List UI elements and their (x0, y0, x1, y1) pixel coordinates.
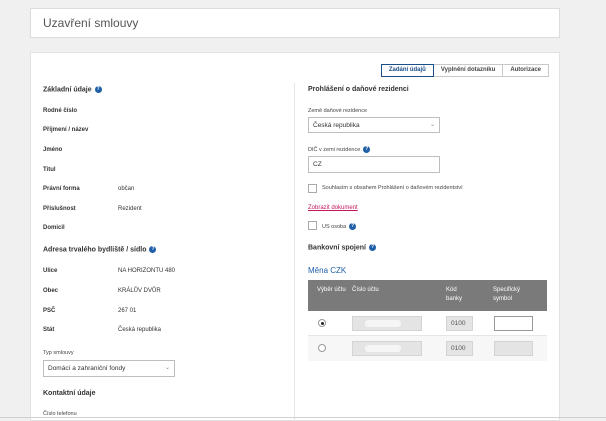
table-header: Výběr účtu Číslo účtu Kód banky Specific… (308, 280, 547, 311)
residency-value: Rezident (118, 206, 142, 212)
legal-form-value: občan (118, 186, 135, 192)
tax-country-select[interactable]: Česká republika ⌄ (308, 117, 440, 133)
chevron-down-icon: ⌄ (164, 365, 170, 371)
bank-code-field: 0100 (446, 316, 473, 331)
bank-code-field: 0100 (446, 341, 473, 356)
address-label: Obec (43, 288, 59, 294)
tax-country-label: Země daňové rezidence (308, 108, 368, 114)
us-person-label: US osoba? (322, 223, 357, 230)
field-label: Rodné číslo (43, 108, 78, 114)
us-person-checkbox[interactable] (308, 221, 317, 230)
help-icon[interactable]: ? (149, 246, 157, 253)
currency-label: Měna CZK (308, 266, 347, 275)
consent-checkbox[interactable] (308, 184, 317, 193)
field-label: Domicil (43, 225, 65, 231)
account-number-field (352, 341, 422, 356)
step-data-entry[interactable]: Zadání údajů (380, 64, 434, 77)
field-label: Titul (43, 167, 56, 173)
table-row[interactable]: 0100 (308, 336, 547, 361)
page-header: Uzavření smlouvy (30, 8, 560, 38)
page-title: Uzavření smlouvy (43, 16, 139, 30)
column-header: Kód banky (446, 287, 463, 302)
account-number-field (352, 316, 422, 331)
field-label: Příjmení / název (43, 127, 89, 133)
show-document-link[interactable]: Zobrazit dokument (308, 205, 358, 211)
tin-input[interactable]: CZ (308, 156, 440, 173)
field-label: Příslušnost (43, 206, 76, 212)
column-header: Výběr účtu (317, 287, 346, 293)
wizard-steps: Zadání údajů Vyplnění dotazníku Autoriza… (380, 64, 549, 77)
contract-type-select[interactable]: Domácí a zahraniční fondy ⌄ (43, 360, 175, 377)
contract-form: Zadání údajů Vyplnění dotazníku Autoriza… (30, 52, 560, 421)
account-select-radio[interactable] (318, 319, 326, 327)
chevron-down-icon: ⌄ (429, 122, 435, 128)
basic-info-heading: Základní údaje? (43, 86, 102, 94)
help-icon[interactable]: ? (349, 223, 357, 230)
field-label: Právní forma (43, 186, 80, 192)
tax-residency-heading: Prohlášení o daňové rezidenci (308, 86, 409, 93)
tin-label: DIČ v zemi rezidence? (308, 146, 371, 153)
specific-symbol-input[interactable] (494, 316, 533, 331)
city-value: KRÁLŮV DVŮR (118, 288, 161, 294)
account-select-radio[interactable] (318, 344, 326, 352)
country-value: Česká republika (118, 327, 162, 333)
address-label: Ulice (43, 268, 58, 274)
column-header: Číslo účtu (352, 287, 379, 293)
contract-type-label: Typ smlouvy (43, 350, 74, 356)
help-icon[interactable]: ? (94, 86, 102, 93)
bank-heading: Bankovní spojení? (308, 244, 376, 252)
redacted-account (365, 345, 401, 352)
bank-accounts-table: Výběr účtu Číslo účtu Kód banky Specific… (308, 280, 547, 362)
step-questionnaire[interactable]: Vyplnění dotazníku (433, 64, 504, 77)
specific-symbol-field (494, 341, 533, 356)
redacted-account (365, 320, 401, 327)
bottom-border (0, 417, 606, 418)
address-label: Stát (43, 327, 55, 333)
field-label: Jméno (43, 147, 63, 153)
column-divider (294, 83, 295, 421)
address-label: PSČ (43, 308, 56, 314)
address-heading: Adresa trvalého bydliště / sídlo? (43, 246, 157, 254)
street-value: NA HORIZONTU 480 (118, 268, 176, 274)
step-authorization[interactable]: Autorizace (503, 64, 549, 77)
zip-value: 267 01 (118, 308, 137, 314)
help-icon[interactable]: ? (368, 244, 376, 251)
contact-heading: Kontaktní údaje (43, 390, 96, 397)
column-header: Specifický symbol (493, 287, 521, 302)
help-icon[interactable]: ? (363, 146, 371, 153)
consent-label: Souhlasím s obsahem Prohlášení o daňovém… (322, 185, 463, 191)
table-row[interactable]: 0100 (308, 311, 547, 336)
